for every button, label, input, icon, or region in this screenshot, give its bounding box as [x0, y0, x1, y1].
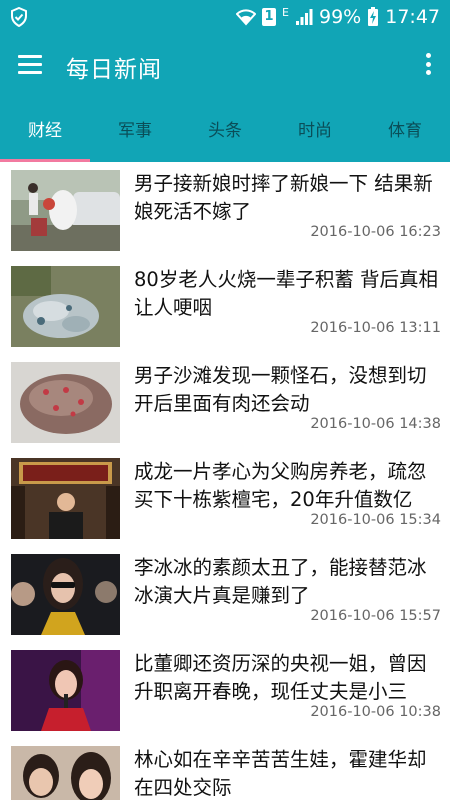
news-title: 80岁老人火烧一辈子积蓄 背后真相让人哽咽 [134, 268, 439, 319]
news-list: 男子接新娘时摔了新娘一下 结果新娘死活不嫁了 2016-10-06 16:23 … [0, 162, 450, 800]
news-time: 2016-10-06 15:57 [310, 608, 441, 624]
news-title: 成龙一片孝心为父购房养老，疏忽买下十栋紫檀宅，20年升值数亿 [134, 460, 427, 511]
wifi-icon [236, 8, 257, 25]
shield-icon [11, 7, 27, 27]
app-title: 每日新闻 [66, 57, 162, 83]
news-item[interactable]: 比董卿还资历深的央视一姐，曾因升职离开春晚，现任丈夫是小三 2016-10-06… [0, 642, 450, 738]
tab-military[interactable]: 军事 [90, 100, 180, 162]
news-title: 林心如在辛辛苦苦生娃，霍建华却在四处交际 [134, 748, 427, 799]
status-bar: 1 E 99% 17:47 [0, 0, 450, 33]
news-item[interactable]: 男子沙滩发现一颗怪石，没想到切开后里面有肉还会动 2016-10-06 14:3… [0, 354, 450, 450]
news-time: 2016-10-06 10:38 [310, 704, 441, 720]
news-item[interactable]: 80岁老人火烧一辈子积蓄 背后真相让人哽咽 2016-10-06 13:11 [0, 258, 450, 354]
news-item[interactable]: 成龙一片孝心为父购房养老，疏忽买下十栋紫檀宅，20年升值数亿 2016-10-0… [0, 450, 450, 546]
news-time: 2016-10-06 13:11 [310, 320, 441, 336]
signal-icon [296, 8, 313, 25]
news-time: 2016-10-06 16:23 [310, 224, 441, 240]
clock: 17:47 [385, 5, 440, 28]
news-thumbnail [11, 266, 120, 347]
news-item[interactable]: 李冰冰的素颜太丑了，能接替范冰冰演大片真是赚到了 2016-10-06 15:5… [0, 546, 450, 642]
news-title: 男子接新娘时摔了新娘一下 结果新娘死活不嫁了 [134, 172, 433, 223]
news-thumbnail [11, 170, 120, 251]
tab-fashion[interactable]: 时尚 [270, 100, 360, 162]
news-thumbnail [11, 650, 120, 731]
news-thumbnail [11, 746, 120, 800]
news-thumbnail [11, 458, 120, 539]
menu-icon[interactable] [18, 55, 42, 75]
category-tabs: 财经 军事 头条 时尚 体育 [0, 100, 450, 162]
battery-charging-icon [368, 6, 379, 26]
news-title: 男子沙滩发现一颗怪石，没想到切开后里面有肉还会动 [134, 364, 427, 415]
more-options-icon[interactable] [424, 53, 432, 79]
news-time: 2016-10-06 14:38 [310, 416, 441, 432]
tab-finance[interactable]: 财经 [0, 100, 90, 162]
tab-headlines[interactable]: 头条 [180, 100, 270, 162]
news-item[interactable]: 男子接新娘时摔了新娘一下 结果新娘死活不嫁了 2016-10-06 16:23 [0, 162, 450, 258]
news-item[interactable]: 林心如在辛辛苦苦生娃，霍建华却在四处交际 [0, 738, 450, 800]
sim-label: 1 [264, 8, 274, 24]
app-bar: 每日新闻 [0, 33, 450, 100]
network-type: E [282, 6, 289, 19]
news-thumbnail [11, 362, 120, 443]
news-thumbnail [11, 554, 120, 635]
news-title: 李冰冰的素颜太丑了，能接替范冰冰演大片真是赚到了 [134, 556, 427, 607]
tab-sports[interactable]: 体育 [360, 100, 450, 162]
sim-icon: 1 [262, 7, 277, 26]
news-time: 2016-10-06 15:34 [310, 512, 441, 528]
news-title: 比董卿还资历深的央视一姐，曾因升职离开春晚，现任丈夫是小三 [134, 652, 427, 703]
battery-percent: 99% [319, 5, 362, 28]
